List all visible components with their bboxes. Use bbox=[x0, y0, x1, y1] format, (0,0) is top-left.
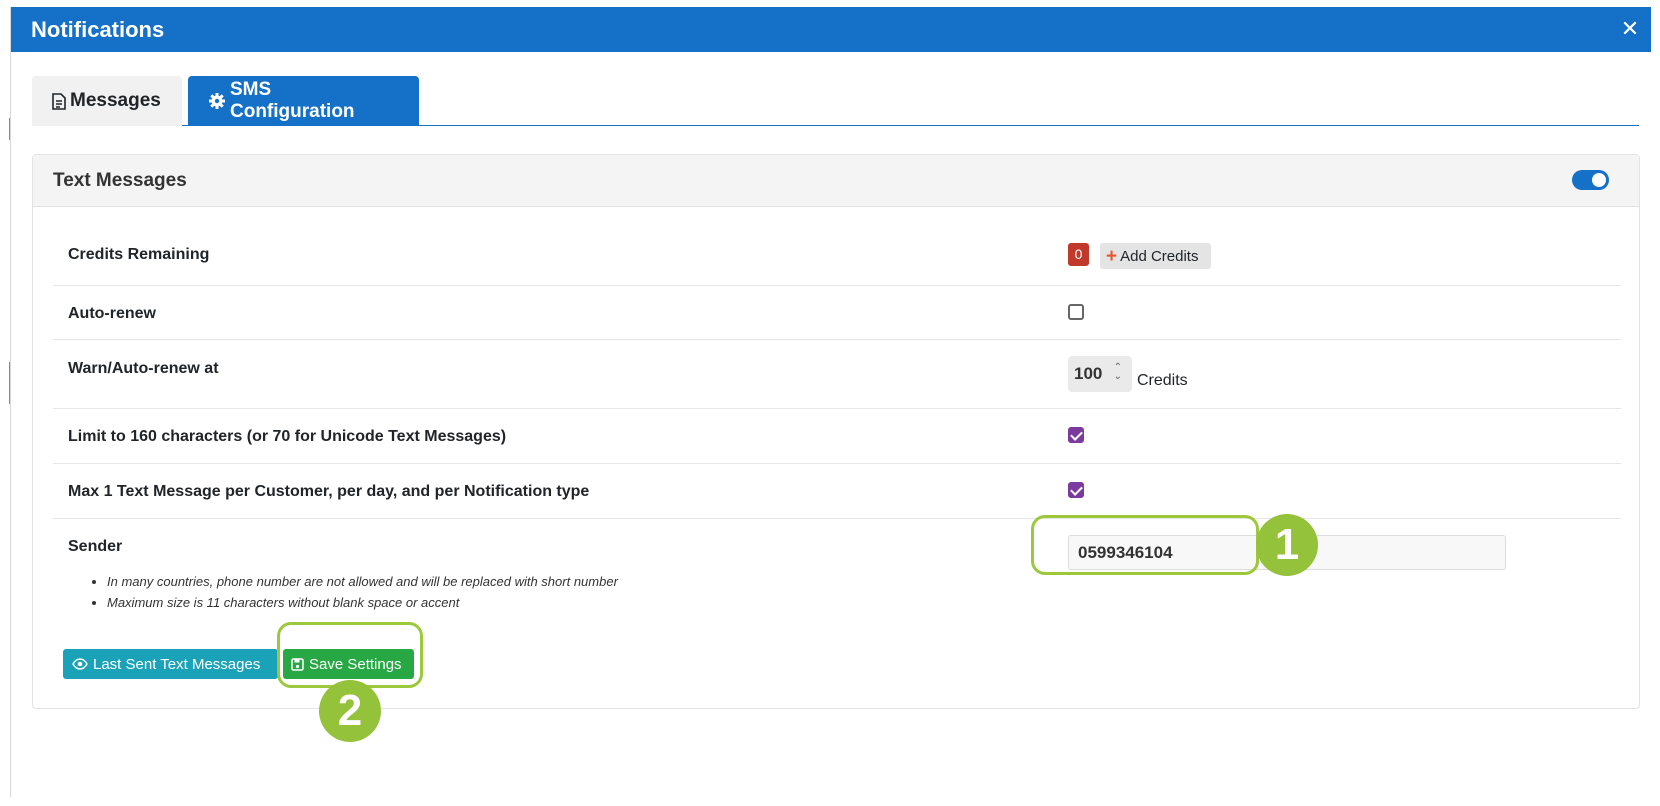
credits-remaining-label: Credits Remaining bbox=[68, 246, 210, 263]
file-text-icon bbox=[52, 92, 66, 110]
modal-header: Notifications ✕ bbox=[11, 7, 1651, 52]
row-credits-remaining: Credits Remaining bbox=[53, 207, 1621, 286]
auto-renew-label: Auto-renew bbox=[68, 305, 156, 322]
enable-toggle[interactable] bbox=[1572, 170, 1609, 190]
card-title: Text Messages bbox=[53, 170, 187, 191]
spinner-arrows-icon[interactable]: ⌃ ⌄ bbox=[1114, 363, 1122, 382]
add-credits-button[interactable]: + Add Credits bbox=[1100, 243, 1211, 269]
auto-renew-checkbox[interactable] bbox=[1068, 304, 1084, 320]
limit-160-label: Limit to 160 characters (or 70 for Unico… bbox=[68, 428, 507, 445]
last-sent-messages-button[interactable]: Last Sent Text Messages bbox=[63, 649, 278, 679]
tab-bar: Messages SMS Configuration bbox=[32, 76, 1639, 126]
max-one-message-checkbox[interactable] bbox=[1068, 482, 1084, 498]
callout-number-badge: 1 bbox=[1256, 514, 1318, 576]
sender-notes: In many countries, phone number are not … bbox=[107, 574, 618, 616]
gear-icon bbox=[208, 92, 226, 110]
add-credits-label: Add Credits bbox=[1120, 247, 1199, 265]
card-header: Text Messages bbox=[33, 155, 1639, 207]
save-settings-button[interactable]: Save Settings bbox=[283, 649, 414, 679]
plus-icon: + bbox=[1106, 245, 1118, 267]
last-sent-label: Last Sent Text Messages bbox=[93, 655, 261, 673]
sender-note: Maximum size is 11 characters without bl… bbox=[107, 595, 618, 610]
warn-unit-label: Credits bbox=[1137, 372, 1188, 389]
callout-number-badge: 2 bbox=[319, 680, 381, 742]
row-auto-renew: Auto-renew bbox=[53, 286, 1621, 340]
tab-sms-label: SMS Configuration bbox=[230, 79, 355, 122]
close-button[interactable]: ✕ bbox=[1617, 16, 1643, 42]
modal-title: Notifications bbox=[31, 17, 165, 42]
tab-messages[interactable]: Messages bbox=[32, 76, 182, 126]
credits-badge: 0 bbox=[1068, 243, 1089, 266]
warn-threshold-stepper[interactable]: 100 ⌃ ⌄ bbox=[1068, 356, 1132, 392]
sender-label: Sender bbox=[68, 538, 123, 555]
warn-threshold-value: 100 bbox=[1074, 364, 1103, 383]
row-max-one-message: Max 1 Text Message per Customer, per day… bbox=[53, 464, 1621, 519]
sender-note: In many countries, phone number are not … bbox=[107, 574, 618, 589]
tab-sms-configuration[interactable]: SMS Configuration bbox=[188, 76, 419, 126]
toggle-knob bbox=[1592, 173, 1606, 187]
warn-auto-renew-label: Warn/Auto-renew at bbox=[68, 360, 219, 377]
tab-messages-label: Messages bbox=[70, 90, 161, 111]
save-settings-label: Save Settings bbox=[309, 655, 402, 673]
notifications-modal: Notifications ✕ Messages SMS Configurati… bbox=[10, 7, 1651, 797]
row-limit-160: Limit to 160 characters (or 70 for Unico… bbox=[53, 409, 1621, 464]
eye-icon bbox=[72, 658, 88, 670]
close-icon: ✕ bbox=[1620, 16, 1640, 41]
row-warn-auto-renew: Warn/Auto-renew at bbox=[53, 340, 1621, 409]
floppy-disk-icon bbox=[291, 657, 304, 671]
max-one-message-label: Max 1 Text Message per Customer, per day… bbox=[68, 483, 590, 500]
limit-160-checkbox[interactable] bbox=[1068, 427, 1084, 443]
text-messages-card: Text Messages Credits Remaining 0 + Add … bbox=[32, 154, 1640, 709]
